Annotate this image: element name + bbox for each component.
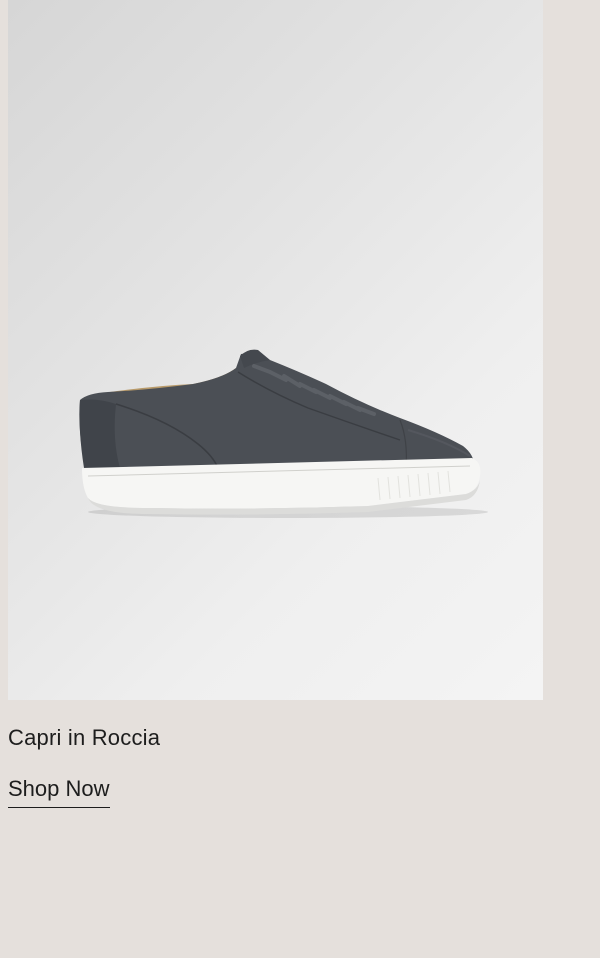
product-name: Capri in Roccia [8,725,161,750]
shop-now-link[interactable]: Shop Now [8,775,110,808]
sneaker-image [79,349,488,518]
product-image[interactable] [8,0,543,700]
product-card[interactable]: Capri in Roccia Shop Now [0,0,600,958]
